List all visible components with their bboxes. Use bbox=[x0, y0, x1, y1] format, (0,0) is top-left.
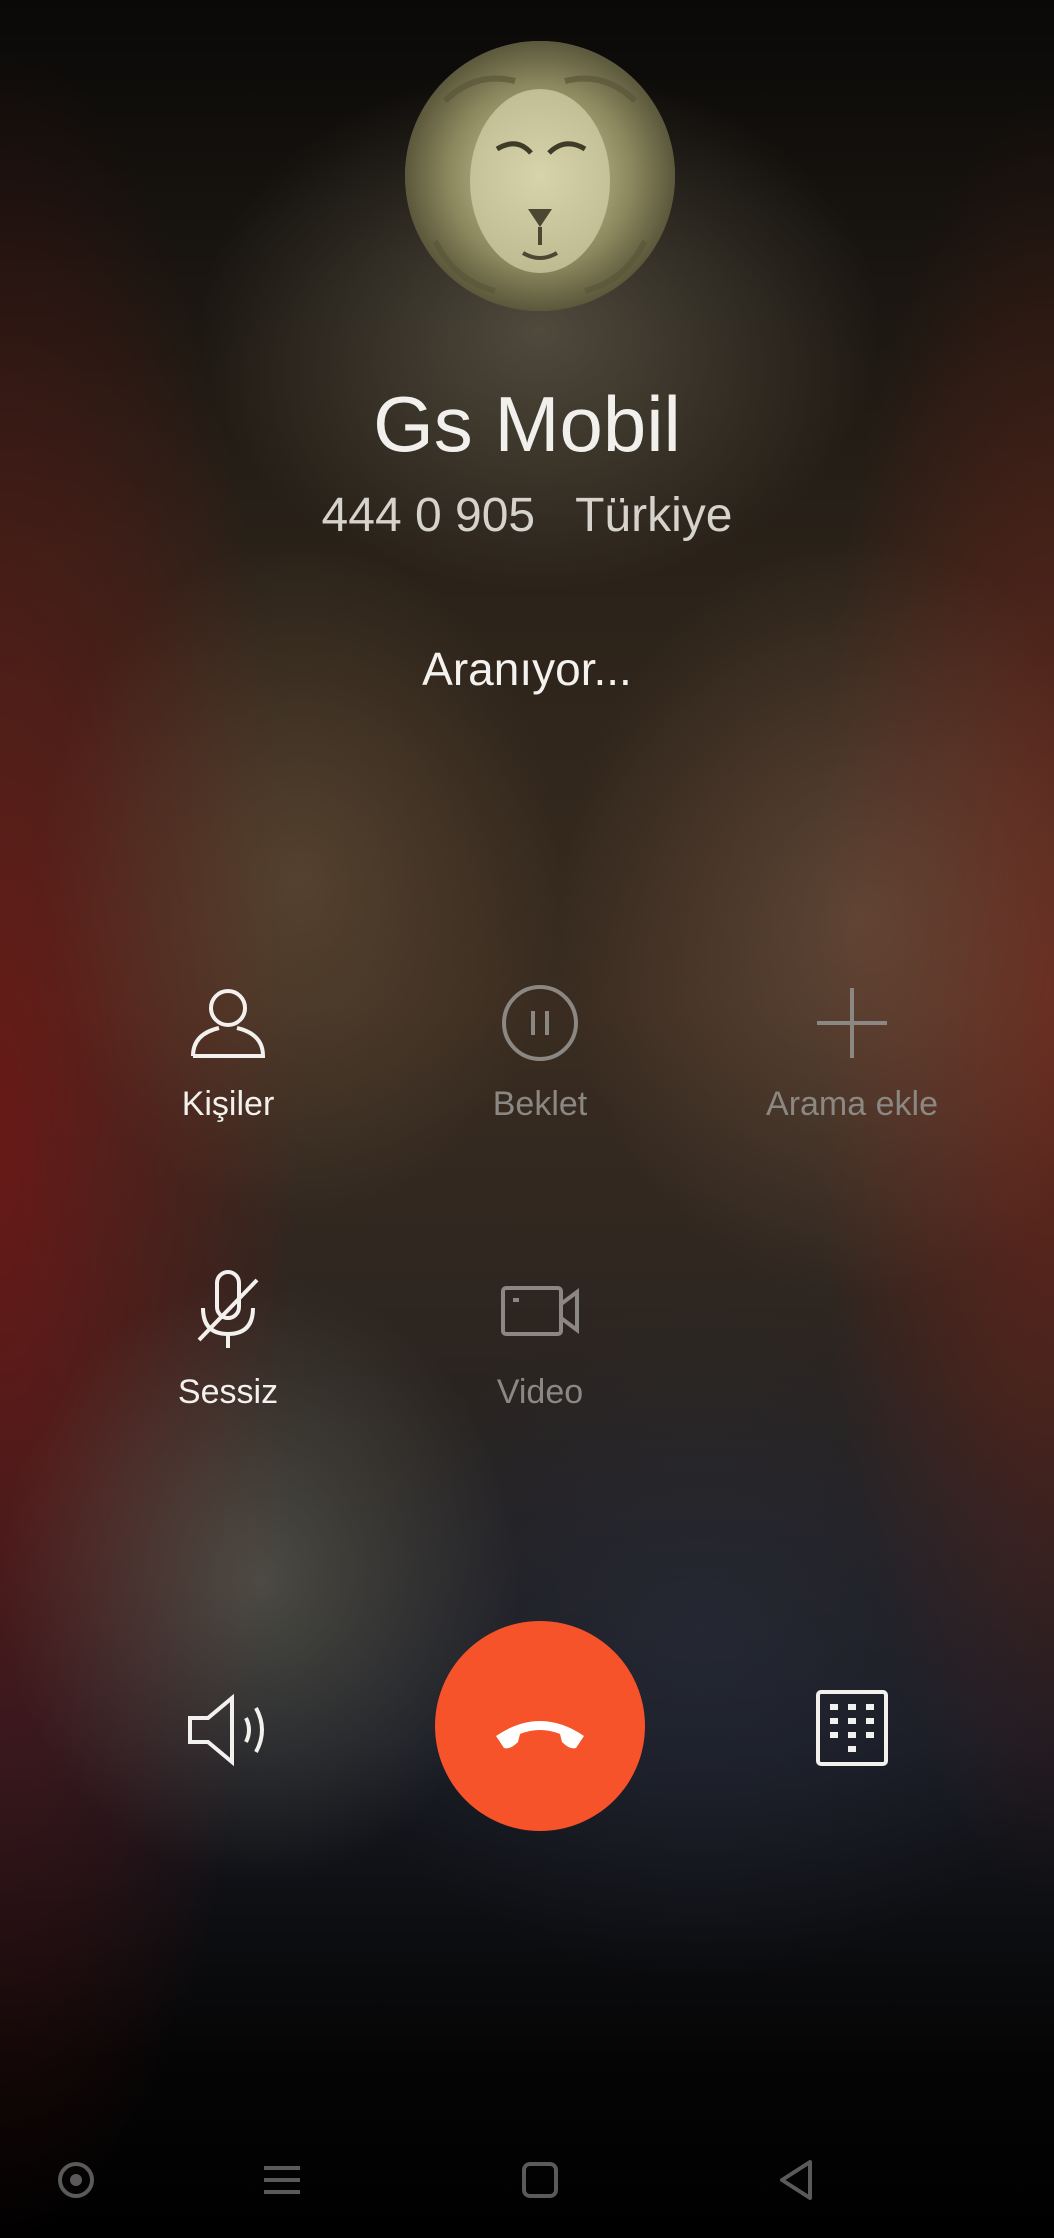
lion-photo-icon bbox=[405, 41, 675, 311]
screen-recorder-icon bbox=[58, 2162, 94, 2198]
video-button[interactable]: Video bbox=[380, 1266, 700, 1414]
back-button[interactable] bbox=[756, 2140, 836, 2220]
pause-icon bbox=[502, 985, 578, 1061]
contacts-button[interactable]: Kişiler bbox=[68, 978, 388, 1126]
hold-button[interactable]: Beklet bbox=[380, 978, 700, 1126]
contact-number: 444 0 905 bbox=[321, 489, 536, 542]
call-status: Aranıyor... bbox=[422, 643, 632, 695]
home-icon bbox=[522, 2162, 558, 2198]
end-call-button[interactable] bbox=[435, 1621, 645, 1831]
contact-location: Türkiye bbox=[575, 489, 733, 542]
add-call-button[interactable]: Arama ekle bbox=[692, 978, 1012, 1126]
keypad-button[interactable] bbox=[810, 1686, 894, 1770]
hold-label: Beklet bbox=[492, 1085, 588, 1123]
video-camera-icon bbox=[501, 1286, 579, 1336]
contact-name: Gs Mobil bbox=[373, 380, 681, 468]
menu-button[interactable] bbox=[242, 2140, 322, 2220]
person-icon bbox=[191, 989, 266, 1058]
add-call-label: Arama ekle bbox=[766, 1085, 938, 1123]
system-nav-bar bbox=[0, 2120, 1054, 2238]
plus-icon bbox=[817, 988, 887, 1058]
contact-avatar bbox=[405, 41, 675, 311]
speaker-button[interactable] bbox=[180, 1680, 280, 1780]
call-screen: Gs Mobil 444 0 905 Türkiye Aranıyor... Ki… bbox=[0, 0, 1054, 2238]
mute-button[interactable]: Sessiz bbox=[68, 1266, 388, 1414]
contact-number-line: 444 0 905 Türkiye bbox=[0, 486, 1054, 546]
mic-off-icon bbox=[197, 1270, 259, 1348]
video-label: Video bbox=[496, 1373, 584, 1411]
dialpad-icon bbox=[816, 1690, 888, 1766]
back-icon bbox=[780, 2160, 812, 2200]
menu-icon bbox=[264, 2166, 300, 2194]
home-button[interactable] bbox=[500, 2140, 580, 2220]
hang-up-icon bbox=[496, 1721, 584, 1749]
contacts-label: Kişiler bbox=[181, 1085, 275, 1123]
screen-recorder-button[interactable] bbox=[36, 2140, 116, 2220]
speaker-icon bbox=[188, 1693, 264, 1767]
mute-label: Sessiz bbox=[177, 1373, 279, 1411]
